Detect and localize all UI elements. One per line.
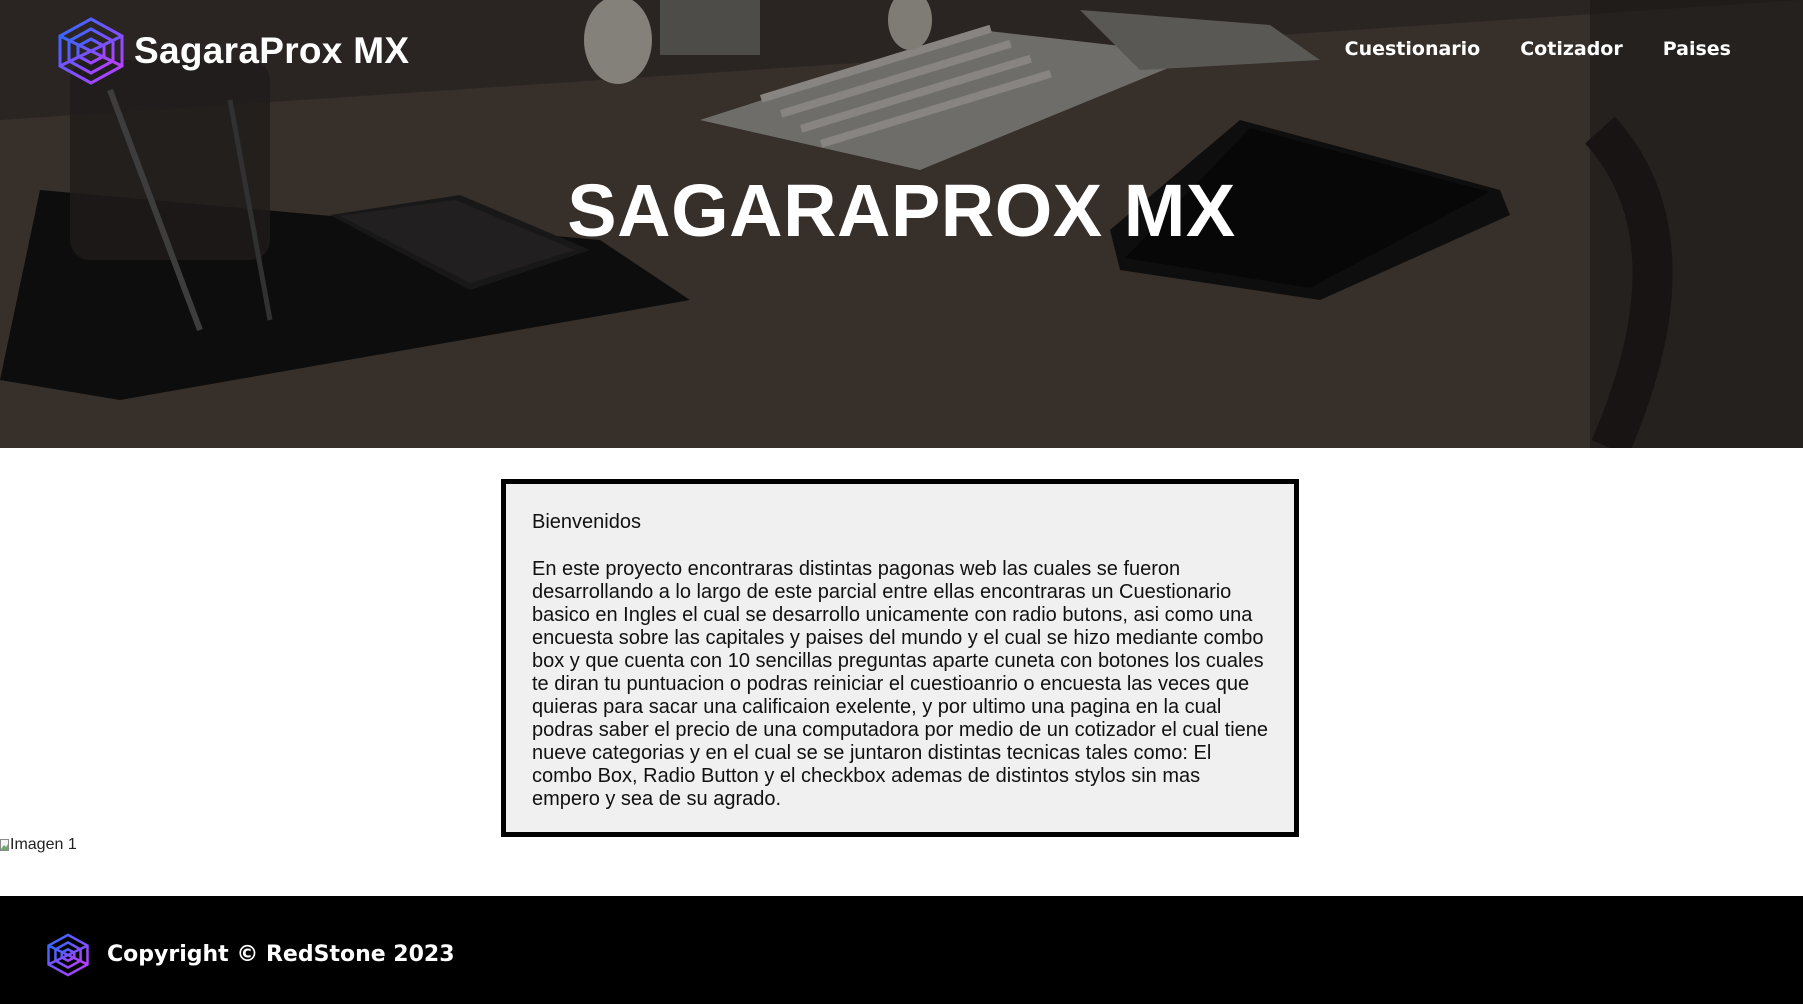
broken-image: Imagen 1 [0, 836, 77, 854]
nav-link-paises[interactable]: Paises [1663, 38, 1731, 60]
welcome-description: En este proyecto encontraras distintas p… [532, 558, 1269, 810]
spiderweb-logo-icon [58, 17, 124, 85]
image-alt-text: Imagen 1 [10, 836, 77, 853]
welcome-heading: Bienvenidos [532, 511, 641, 533]
broken-image-icon [0, 839, 9, 851]
hero-title: SAGARAPROX MX [567, 169, 1236, 252]
footer-copyright: Copyright © RedStone 2023 [107, 942, 455, 967]
nav-link-cuestionario[interactable]: Cuestionario [1345, 38, 1481, 60]
brand[interactable]: SagaraProx MX [54, 16, 409, 86]
hero-banner: SagaraProx MX Cuestionario Cotizador Pai… [0, 0, 1803, 448]
brand-name: SagaraProx MX [134, 30, 410, 71]
nav-link-cotizador[interactable]: Cotizador [1520, 38, 1623, 60]
footer-spiderweb-logo-icon [47, 933, 89, 977]
main-nav: Cuestionario Cotizador Paises [1345, 38, 1731, 60]
welcome-box: Bienvenidos En este proyecto encontraras… [501, 479, 1299, 837]
